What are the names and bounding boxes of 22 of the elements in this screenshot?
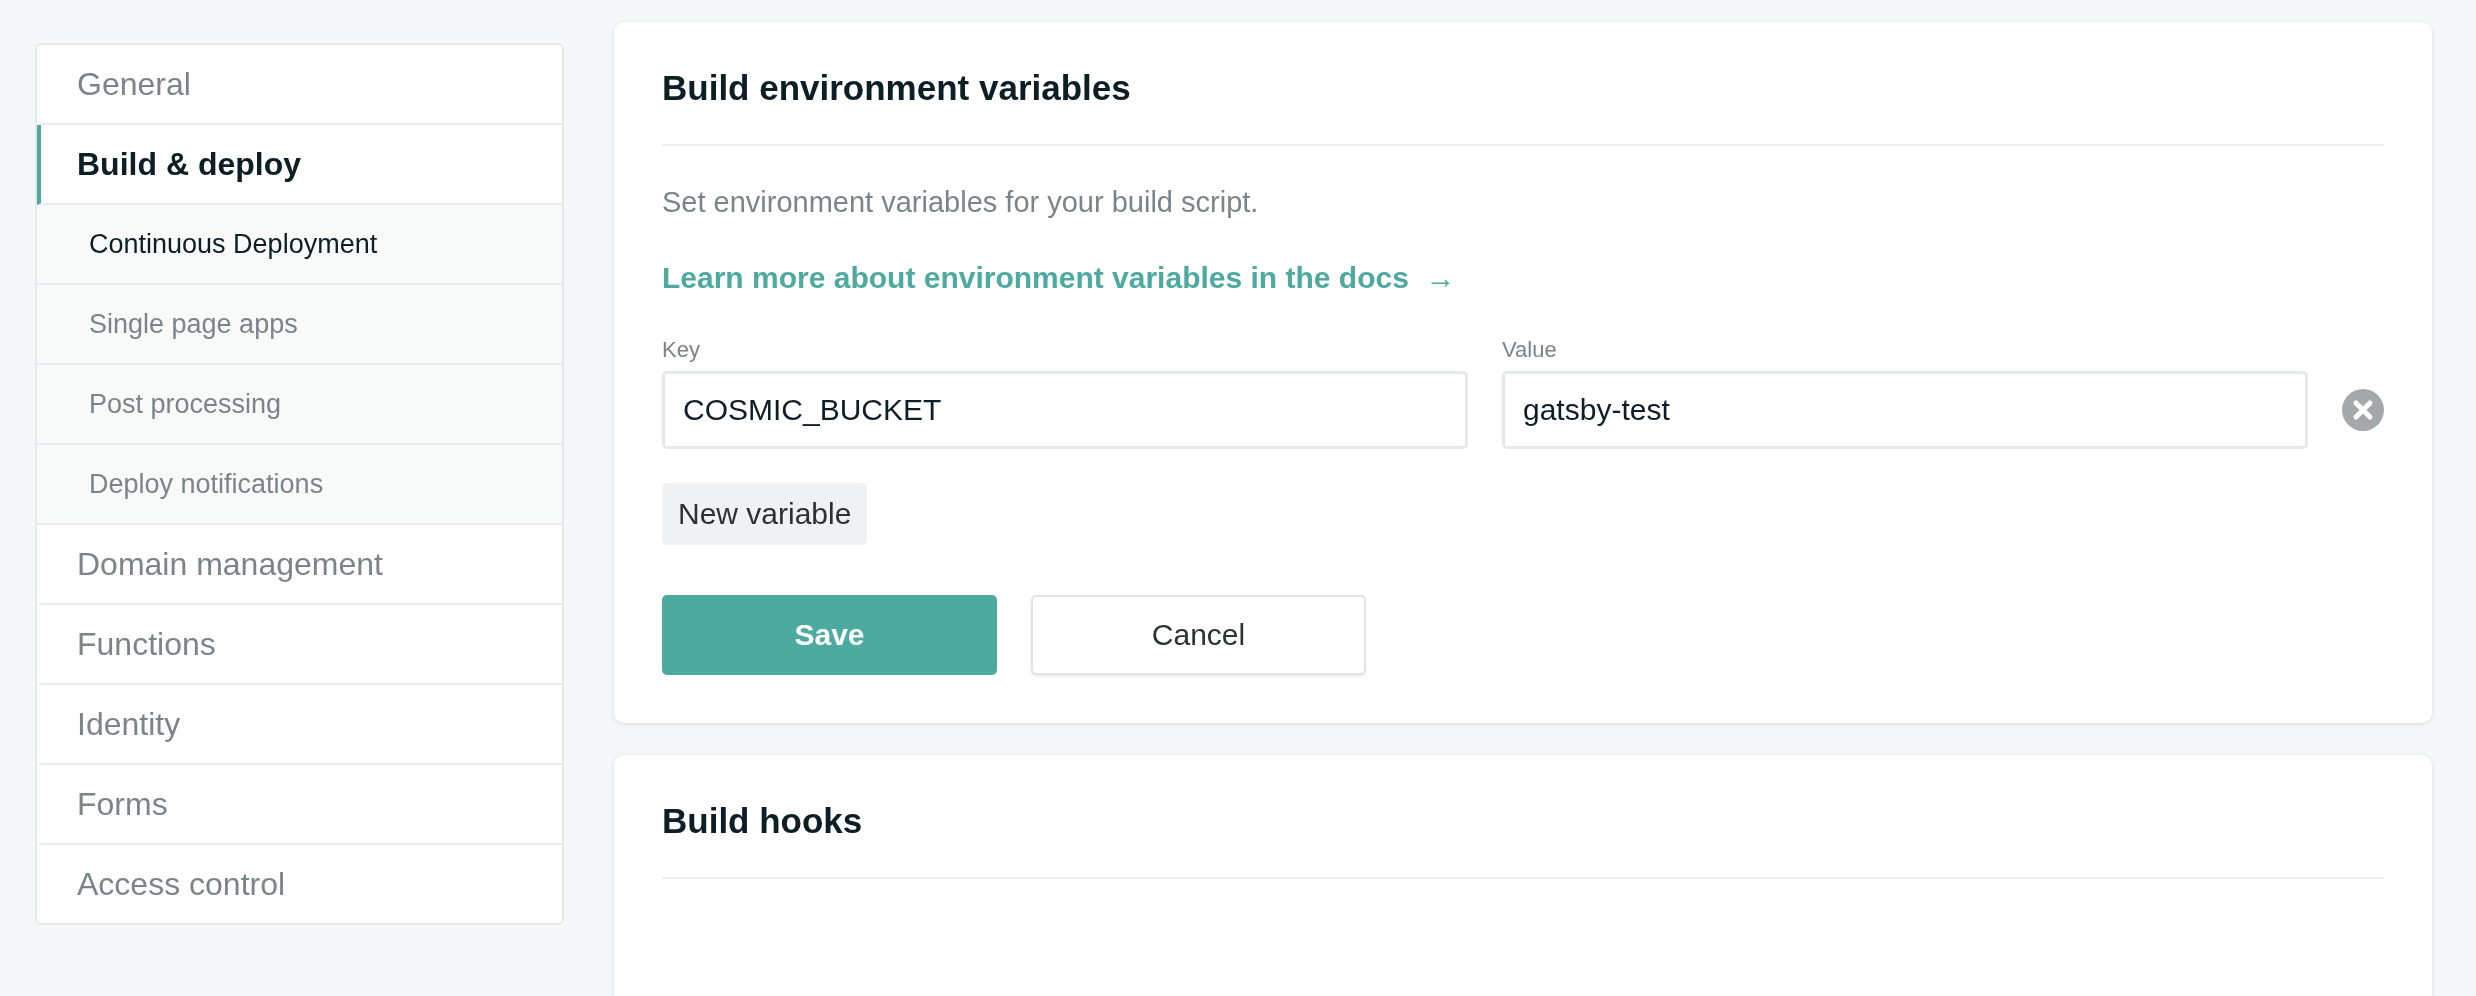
save-button[interactable]: Save (662, 595, 997, 675)
sidebar-item[interactable]: Forms (37, 765, 562, 845)
sidebar-subitem[interactable]: Single page apps (37, 285, 562, 365)
sidebar-item[interactable]: Access control (37, 845, 562, 923)
new-variable-button[interactable]: New variable (662, 483, 868, 545)
sidebar-item[interactable]: General (37, 45, 562, 125)
sidebar-item[interactable]: Domain management (37, 525, 562, 605)
sidebar-item[interactable]: Functions (37, 605, 562, 685)
remove-icon[interactable] (2342, 389, 2384, 431)
docs-link[interactable]: Learn more about environment variables in the docs → (662, 261, 1456, 295)
value-input[interactable]: gatsby-test (1502, 371, 2308, 449)
cancel-button[interactable]: Cancel (1031, 595, 1366, 675)
card-title: Build environment variables (662, 22, 2384, 146)
description-text: Set environment variables for your build script. (662, 186, 1260, 219)
sidebar-subitem[interactable]: Deploy notifications (37, 445, 562, 525)
key-input[interactable]: COSMIC_BUCKET (662, 371, 1468, 449)
value-label: Value (1502, 337, 1558, 363)
sidebar-subitem[interactable]: Continuous Deployment (37, 205, 562, 285)
card-title: Build hooks (662, 755, 2384, 879)
key-label: Key (662, 337, 701, 363)
sidebar-item[interactable]: Identity (37, 685, 562, 765)
sidebar-subitem[interactable]: Post processing (37, 365, 562, 445)
